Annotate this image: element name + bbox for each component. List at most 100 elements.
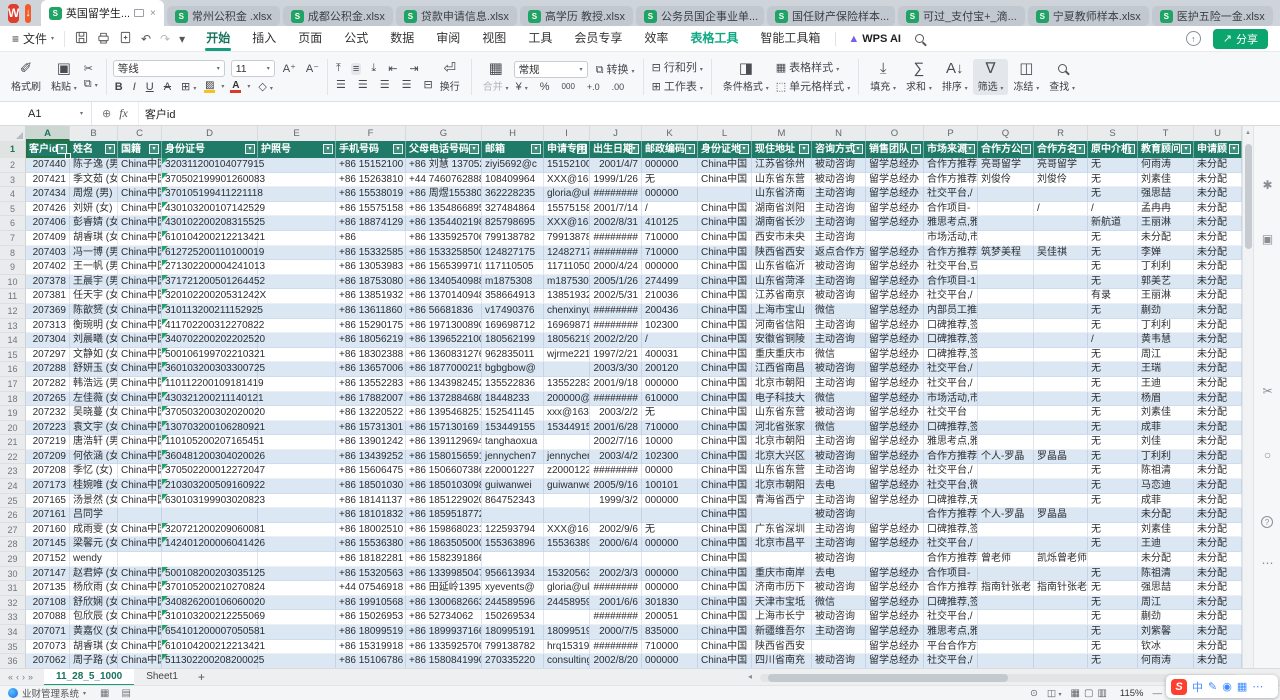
grid-cell[interactable]: 被动咨询 (812, 450, 866, 465)
grid-cell[interactable]: 何雨涛 (1138, 654, 1194, 668)
grid-cell[interactable]: +86 1391129694 (406, 435, 482, 450)
grid-cell[interactable]: +86 1360831276 (406, 348, 482, 363)
grid-cell[interactable] (978, 187, 1034, 202)
grid-cell[interactable]: 被动咨询 (812, 406, 866, 421)
grid-cell[interactable]: China中国 (118, 173, 162, 188)
board-icon[interactable]: ▦ (100, 688, 109, 699)
grid-cell[interactable]: +86 13901242 (336, 435, 406, 450)
grid-cell[interactable] (258, 216, 336, 231)
grid-cell[interactable]: 未分配 (1194, 275, 1242, 290)
grid-cell[interactable]: 153205639 (544, 567, 590, 582)
grid-cell[interactable]: 留学总经办 (866, 275, 924, 290)
row-number-28[interactable]: 28 (0, 537, 26, 552)
grid-cell[interactable]: 无 (1088, 640, 1138, 655)
grid-cell[interactable]: 未分配 (1194, 173, 1242, 188)
plugin-menu[interactable]: 业财管理系统 ▾ (0, 686, 94, 700)
filter-dropdown-icon[interactable]: ▾ (393, 144, 403, 154)
grid-cell[interactable]: 2003/2/2 (590, 406, 642, 421)
grid-cell[interactable]: 000000 (642, 567, 698, 582)
row-number-4[interactable]: 4 (0, 187, 26, 202)
name-box[interactable]: A1▾ (0, 102, 92, 125)
grid-cell[interactable] (978, 421, 1034, 436)
grid-cell[interactable]: +86 1533258500 (406, 246, 482, 261)
grid-cell[interactable]: 370503200302020020 (162, 406, 258, 421)
grid-cell[interactable]: +86 1971300890 (406, 319, 482, 334)
grid-cell[interactable]: +86 1598680231 (406, 523, 482, 538)
grid-cell[interactable]: 被动咨询 (812, 260, 866, 275)
grid-cell[interactable]: 衡琬明 (女 (70, 319, 118, 334)
grid-cell[interactable]: 2005/9/16 (590, 479, 642, 494)
grid-cell[interactable]: 口碑推荐,签 (924, 348, 978, 363)
grid-cell[interactable]: 成雨雯 (女 (70, 523, 118, 538)
grid-cell[interactable]: 口碑推荐,签 (924, 523, 978, 538)
grid-cell[interactable]: 山东省济南 (752, 187, 812, 202)
grid-cell[interactable]: 207381 (26, 289, 70, 304)
grid-cell[interactable]: 1999/1/26 (590, 173, 642, 188)
grid-cell[interactable]: 口碑推荐,无 (924, 494, 978, 509)
grid-cell[interactable]: 微信 (812, 304, 866, 319)
grid-cell[interactable]: 季文茹 (女 (70, 173, 118, 188)
grid-cell[interactable]: 未分配 (1194, 348, 1242, 363)
menu-tab-会员专享[interactable]: 会员专享 (563, 26, 633, 52)
row-number-11[interactable]: 11 (0, 289, 26, 304)
column-letter-J[interactable]: J (590, 126, 642, 141)
grid-cell[interactable]: China中国 (698, 654, 752, 668)
column-letter-C[interactable]: C (118, 126, 162, 141)
grid-cell[interactable]: 无 (1088, 187, 1138, 202)
grid-cell[interactable]: 周煜 (男) (70, 187, 118, 202)
formula-input[interactable]: 客户id (138, 102, 176, 125)
grid-cell[interactable]: 1997/2/21 (590, 348, 642, 363)
row-number-3[interactable]: 3 (0, 173, 26, 188)
grid-cell[interactable] (258, 187, 336, 202)
grid-cell[interactable]: +86 13851932 (336, 289, 406, 304)
convert-button[interactable]: ⧉ 转换 ▾ (594, 61, 637, 77)
grid-cell[interactable]: 周子路 (女 (70, 654, 118, 668)
grid-cell[interactable]: +86 1354402198 (406, 216, 482, 231)
grid-cell[interactable]: ######## (590, 246, 642, 261)
grid-cell[interactable]: +86 18056219 (336, 333, 406, 348)
grid-cell[interactable] (544, 362, 590, 377)
grid-cell[interactable]: ######## (590, 581, 642, 596)
grid-cell[interactable]: 主动咨询 (812, 202, 866, 217)
grid-cell[interactable] (1034, 333, 1088, 348)
grid-cell[interactable] (978, 392, 1034, 407)
grid-cell[interactable] (1034, 640, 1088, 655)
grid-cell[interactable] (162, 552, 258, 567)
grid-cell[interactable] (544, 494, 590, 509)
grid-cell[interactable] (258, 246, 336, 261)
document-tab[interactable]: S国任财产保险样本... (767, 6, 895, 26)
grid-cell[interactable]: 亮哥留学 (1034, 158, 1088, 173)
grid-cell[interactable]: China中国 (698, 333, 752, 348)
grid-cell[interactable]: 留学总经办 (866, 625, 924, 640)
grid-cell[interactable]: 180562199 (544, 333, 590, 348)
grid-cell[interactable]: 陕西省西安 (752, 640, 812, 655)
number-format-select[interactable]: 常规▾ (514, 61, 588, 78)
grid-cell[interactable]: 杨眉 (1138, 392, 1194, 407)
grid-cell[interactable]: 135522836 (544, 377, 590, 392)
strikethrough-button[interactable]: A (162, 81, 173, 93)
grid-cell[interactable]: 000000 (642, 158, 698, 173)
grid-cell[interactable]: 主动咨询 (812, 494, 866, 509)
filter-dropdown-icon[interactable]: ▾ (1229, 144, 1239, 154)
currency-icon[interactable]: ¥ ▾ (514, 81, 530, 93)
grid-cell[interactable]: 季忆 (女) (70, 464, 118, 479)
grid-cell[interactable]: 2001/7/14 (590, 202, 642, 217)
grid-cell[interactable]: 留学总经办 (866, 537, 924, 552)
row-number-20[interactable]: 20 (0, 421, 26, 436)
grid-cell[interactable]: 无 (1088, 319, 1138, 334)
grid-cell[interactable]: 511302200208200025 (162, 654, 258, 668)
grid-cell[interactable]: 117110505 (482, 260, 544, 275)
header-cell-出生日期[interactable]: 出生日期▾ (590, 141, 642, 158)
grid-cell[interactable]: 合作方推荐 (924, 508, 978, 523)
grid-cell[interactable]: 无 (1088, 348, 1138, 363)
grid-cell[interactable]: 留学总经办 (866, 187, 924, 202)
grid-cell[interactable]: China中国 (118, 260, 162, 275)
hscroll-left-icon[interactable]: ◂ (748, 672, 752, 681)
grid-cell[interactable]: China中国 (698, 377, 752, 392)
grid-cell[interactable]: 留学总经办 (866, 392, 924, 407)
ime-pen-icon[interactable]: ✎ (1208, 680, 1217, 693)
grid-cell[interactable]: 留学总经办 (866, 494, 924, 509)
grid-cell[interactable] (978, 523, 1034, 538)
grid-cell[interactable]: 留学总经办 (866, 333, 924, 348)
grid-cell[interactable]: 微信 (812, 348, 866, 363)
